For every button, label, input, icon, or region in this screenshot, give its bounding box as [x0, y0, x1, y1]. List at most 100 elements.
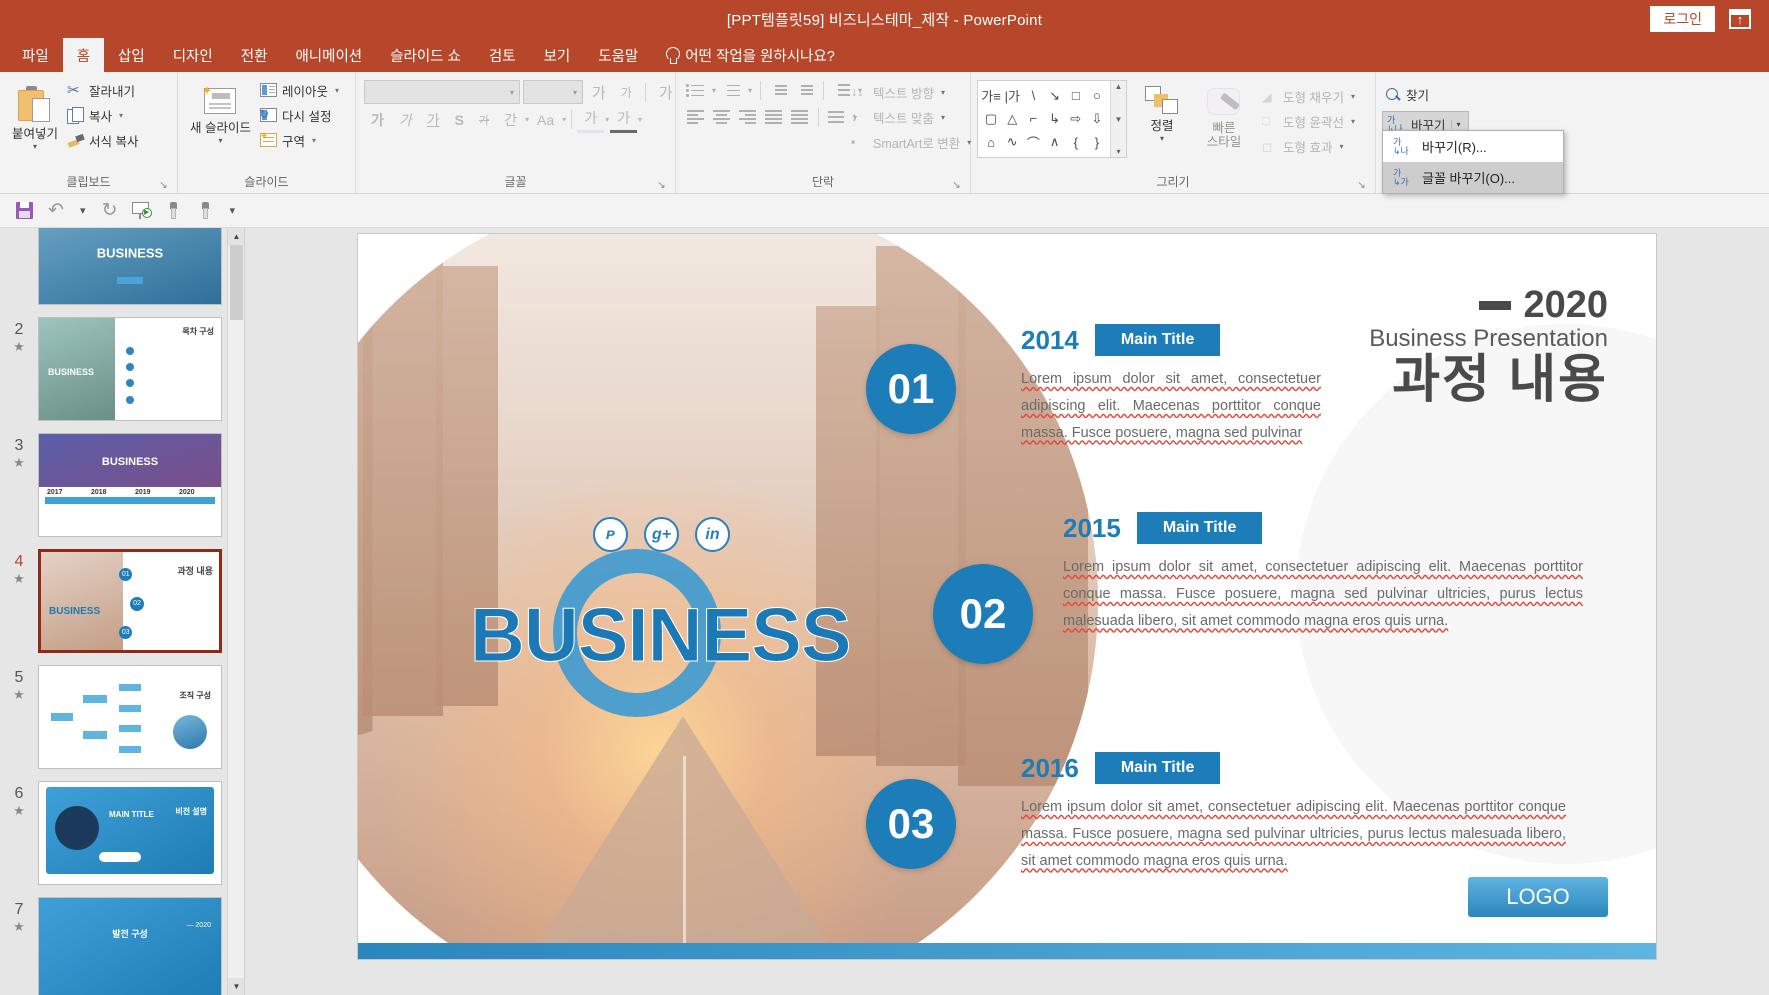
- shapes-more-icon[interactable]: ▾: [1116, 147, 1120, 156]
- slide-thumbnail-3[interactable]: BUSINESS 2017 2018 2019 2020: [38, 433, 222, 537]
- animation-star-icon[interactable]: ★: [0, 455, 38, 471]
- bold-button[interactable]: 가: [364, 108, 391, 132]
- copy-button[interactable]: 복사 ▾: [64, 103, 144, 128]
- content-item-2014[interactable]: 2014 Main Title Lorem ipsum dolor sit am…: [1021, 324, 1321, 446]
- current-slide[interactable]: ᴘ g+ in BUSINESS 01 02 03 2020 Business …: [358, 234, 1656, 959]
- customize-qat-button[interactable]: ▾: [224, 204, 242, 217]
- chevron-down-icon[interactable]: ▾: [1339, 142, 1343, 151]
- align-center-button[interactable]: [710, 107, 734, 127]
- replace-dropdown-toggle[interactable]: ▾: [1450, 120, 1466, 129]
- animation-star-icon[interactable]: ★: [0, 339, 38, 355]
- strikethrough-button[interactable]: 가: [472, 110, 496, 130]
- clipboard-dialog-launcher[interactable]: [158, 180, 169, 191]
- shape-item-9[interactable]: ↳: [1044, 109, 1064, 130]
- chevron-down-icon[interactable]: ▾: [1160, 134, 1164, 143]
- tab-review[interactable]: 검토: [475, 38, 530, 72]
- chevron-down-icon[interactable]: ▾: [1351, 92, 1355, 101]
- chevron-down-icon[interactable]: ▾: [710, 86, 718, 95]
- increase-indent-button[interactable]: [793, 80, 817, 101]
- thumbnail-row[interactable]: 7 ★ 발전 구성 — 2020: [0, 891, 244, 995]
- tab-animations[interactable]: 애니메이션: [281, 38, 376, 72]
- thumbnail-row[interactable]: 5 ★ 조직 구성: [0, 659, 244, 775]
- paragraph-dialog-launcher[interactable]: [951, 180, 962, 191]
- tab-slideshow[interactable]: 슬라이드 쇼: [376, 38, 475, 72]
- align-text-button[interactable]: ↕ 텍스트 맞춤 ▾: [848, 105, 977, 130]
- scrollbar-thumb[interactable]: [230, 245, 243, 320]
- shape-item-5[interactable]: ○: [1087, 84, 1107, 108]
- tab-view[interactable]: 보기: [530, 38, 585, 72]
- reset-button[interactable]: ↻ 다시 설정: [257, 103, 345, 128]
- chevron-down-icon[interactable]: ▾: [941, 113, 945, 122]
- grow-font-button[interactable]: 가: [586, 82, 612, 103]
- shape-item-16[interactable]: {: [1066, 130, 1086, 154]
- chevron-down-icon[interactable]: ▾: [218, 136, 222, 145]
- thumbnail-row[interactable]: 3 ★ BUSINESS 2017 2018 2019 2020: [0, 427, 244, 543]
- tab-design[interactable]: 디자인: [159, 38, 227, 72]
- shape-item-17[interactable]: }: [1087, 130, 1107, 154]
- chevron-down-icon[interactable]: ▾: [562, 115, 566, 124]
- paste-button[interactable]: 붙여넣기 ▾: [6, 76, 64, 154]
- align-right-button[interactable]: [736, 107, 760, 127]
- save-button[interactable]: [10, 198, 38, 224]
- scroll-up-icon[interactable]: ▲: [1115, 82, 1123, 91]
- scroll-down-icon[interactable]: ▼: [228, 978, 244, 995]
- pen-button[interactable]: [160, 198, 188, 224]
- animation-star-icon[interactable]: ★: [0, 803, 38, 819]
- chevron-down-icon[interactable]: ▾: [510, 88, 514, 97]
- section-button[interactable]: ✦ 구역 ▾: [257, 128, 345, 153]
- shape-item-6[interactable]: ▢: [981, 109, 1001, 130]
- chevron-down-icon[interactable]: ▾: [312, 136, 316, 145]
- tab-insert[interactable]: 삽입: [104, 38, 159, 72]
- thumbnail-row[interactable]: 1 BUSINESS: [0, 228, 244, 311]
- pinterest-icon[interactable]: ᴘ: [593, 517, 628, 552]
- shape-item-4[interactable]: □: [1066, 84, 1086, 108]
- chevron-down-icon[interactable]: ▾: [525, 115, 529, 124]
- tab-help[interactable]: 도움말: [584, 38, 652, 72]
- slide-thumbnail-6[interactable]: MAIN TITLE 비전 설명: [38, 781, 222, 885]
- shape-item-13[interactable]: ∿: [1002, 130, 1022, 154]
- ribbon-display-options-icon[interactable]: [1729, 9, 1751, 29]
- quick-styles-button[interactable]: 빠른 스타일: [1197, 80, 1251, 153]
- decrease-indent-button[interactable]: [767, 80, 791, 101]
- italic-button[interactable]: 가: [392, 108, 419, 132]
- shape-item-0[interactable]: 가≡: [981, 84, 1001, 108]
- shape-item-8[interactable]: ⌐: [1023, 109, 1043, 130]
- animation-star-icon[interactable]: ★: [0, 687, 38, 703]
- logo-badge[interactable]: LOGO: [1468, 877, 1608, 917]
- drawing-dialog-launcher[interactable]: [1356, 180, 1367, 191]
- step-circle-02[interactable]: 02: [933, 564, 1033, 664]
- thumbnail-scrollbar[interactable]: ▲ ▼: [227, 228, 244, 995]
- thumbnail-row[interactable]: 4 ★ BUSINESS 01 02 03 과정 내용: [0, 543, 244, 659]
- font-dialog-launcher[interactable]: [656, 180, 667, 191]
- columns-button[interactable]: [788, 107, 812, 127]
- shape-outline-button[interactable]: □ 도형 윤곽선 ▾: [1259, 109, 1361, 134]
- googleplus-icon[interactable]: g+: [644, 517, 679, 552]
- undo-dropdown-icon[interactable]: ▾: [74, 204, 92, 217]
- character-spacing-button[interactable]: 간: [497, 108, 524, 132]
- scroll-up-icon[interactable]: ▲: [228, 228, 244, 245]
- animation-star-icon[interactable]: ★: [0, 571, 38, 587]
- slide-header-block[interactable]: 2020 Business Presentation 과정 내용: [1369, 284, 1608, 408]
- find-button[interactable]: 찾기: [1382, 82, 1435, 107]
- tab-transitions[interactable]: 전환: [227, 38, 282, 72]
- slide-thumbnail-1[interactable]: BUSINESS: [38, 228, 222, 305]
- clear-formatting-button[interactable]: 가: [653, 82, 679, 103]
- shapes-gallery[interactable]: 가≡ |가 \ ↘ □ ○ ▢ △ ⌐ ↳ ⇨ ⇩ ⌂ ∿ ⌒ ∧{} ▲ ▼ ▾: [977, 80, 1127, 158]
- convert-smartart-button[interactable]: ▪ SmartArt로 변환 ▾: [848, 130, 977, 155]
- shape-item-14[interactable]: ⌒: [1023, 130, 1043, 154]
- chevron-down-icon[interactable]: ▾: [941, 88, 945, 97]
- start-slideshow-button[interactable]: ▶: [128, 198, 156, 224]
- shapes-gallery-scroll[interactable]: ▲ ▼ ▾: [1110, 81, 1126, 157]
- chevron-down-icon[interactable]: ▾: [746, 86, 754, 95]
- content-item-2015[interactable]: 2015 Main Title Lorem ipsum dolor sit am…: [1063, 512, 1583, 634]
- format-painter-button[interactable]: 서식 복사: [64, 128, 144, 153]
- content-item-2016[interactable]: 2016 Main Title Lorem ipsum dolor sit am…: [1021, 752, 1566, 874]
- numbering-button[interactable]: [720, 80, 744, 101]
- shape-item-15[interactable]: ∧: [1044, 130, 1064, 154]
- bullets-button[interactable]: [684, 80, 708, 101]
- tell-me-search[interactable]: 어떤 작업을 원하시나요?: [652, 38, 835, 72]
- change-case-button[interactable]: Aa: [530, 110, 561, 130]
- chevron-down-icon[interactable]: ▾: [573, 88, 577, 97]
- step-circle-03[interactable]: 03: [866, 779, 956, 869]
- shape-effects-button[interactable]: ◻ 도형 효과 ▾: [1259, 134, 1361, 159]
